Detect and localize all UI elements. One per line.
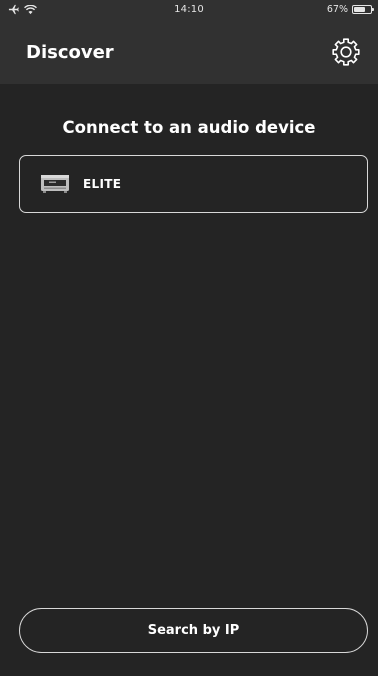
audio-receiver-icon — [39, 173, 71, 195]
app-screen: 14:10 67% Discover Connect to an audio d… — [0, 0, 378, 676]
status-bar: 14:10 67% — [0, 0, 378, 22]
connect-heading: Connect to an audio device — [62, 118, 316, 137]
search-by-ip-button[interactable]: Search by IP — [19, 608, 368, 653]
page-title: Discover — [26, 42, 114, 63]
device-name: ELITE — [83, 177, 122, 191]
status-right: 67% — [326, 4, 374, 15]
settings-button[interactable] — [330, 38, 362, 70]
battery-icon — [352, 5, 374, 14]
battery-percentage: 67% — [326, 4, 348, 15]
battery-fill — [354, 7, 365, 12]
device-item-elite[interactable]: ELITE — [19, 155, 368, 213]
gear-icon — [331, 37, 361, 71]
header: Discover — [0, 22, 378, 84]
status-time: 14:10 — [174, 4, 204, 15]
